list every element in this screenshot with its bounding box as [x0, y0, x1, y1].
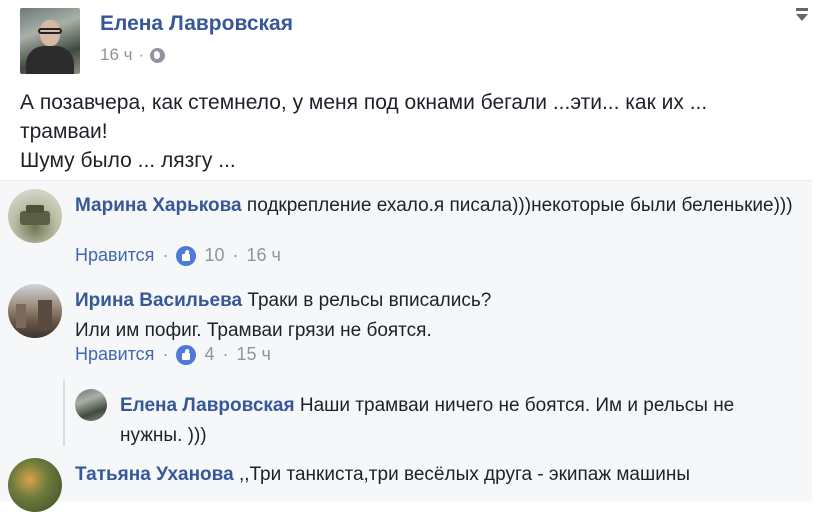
post-header: Елена Лавровская 16 ч ·: [20, 8, 820, 78]
separator: ·: [162, 344, 169, 364]
separator: ·: [222, 344, 229, 364]
separator: ·: [232, 245, 239, 265]
thumbs-up-icon[interactable]: [176, 245, 197, 266]
commenter-avatar[interactable]: [8, 189, 62, 243]
thumbs-up-icon[interactable]: [176, 344, 197, 365]
post-text-line: Шуму было ... лязгу ...: [20, 149, 236, 172]
comment-time[interactable]: 16 ч: [246, 245, 280, 266]
like-count[interactable]: 4: [204, 344, 214, 365]
like-button[interactable]: Нравится: [75, 344, 154, 365]
comment-text: подкрепление ехало.я писала)))некоторые …: [246, 195, 793, 216]
reply-body: Елена Лавровская Наши трамваи ничего не …: [120, 391, 800, 451]
comment-text: ,,Три танкиста,три весёлых друга - экипа…: [238, 464, 691, 485]
commenter-name[interactable]: Ирина Васильева: [75, 290, 242, 311]
post-text-line: А позавчера, как стемнело, у меня под ок…: [20, 91, 708, 114]
comment-time[interactable]: 15 ч: [236, 344, 270, 365]
author-avatar[interactable]: [20, 8, 80, 74]
globe-icon[interactable]: [150, 47, 166, 63]
like-count[interactable]: 10: [204, 245, 224, 266]
author-name[interactable]: Елена Лавровская: [100, 12, 293, 36]
comment-body: Ирина Васильева Траки в рельсы вписались…: [75, 286, 795, 346]
chevron-down-icon[interactable]: [796, 8, 808, 21]
reply-thread-line: [63, 380, 65, 446]
comment-text: Или им пофиг. Трамваи грязи не боятся.: [75, 320, 432, 341]
separator: ·: [162, 245, 169, 265]
comment-body: Марина Харькова подкрепление ехало.я пис…: [75, 191, 795, 221]
commenter-name[interactable]: Татьяна Уханова: [75, 464, 234, 485]
post-meta: 16 ч ·: [100, 45, 166, 65]
meta-dot: ·: [138, 45, 145, 64]
comment-body: Татьяна Уханова ,,Три танкиста,три весёл…: [75, 460, 795, 490]
comment-actions: Нравится · 10 · 16 ч: [75, 245, 281, 266]
commenter-avatar[interactable]: [8, 284, 62, 338]
post-text-line: трамваи!: [20, 120, 108, 143]
reply-author[interactable]: Елена Лавровская: [120, 395, 295, 416]
like-button[interactable]: Нравится: [75, 245, 154, 266]
commenter-name[interactable]: Марина Харькова: [75, 195, 242, 216]
reply-avatar[interactable]: [75, 389, 107, 421]
commenter-avatar[interactable]: [8, 458, 62, 512]
comment-actions: Нравится · 4 · 15 ч: [75, 344, 271, 365]
post-time[interactable]: 16 ч: [100, 45, 133, 65]
comment-text: Траки в рельсы вписались?: [247, 290, 492, 311]
post-text: А позавчера, как стемнело, у меня под ок…: [20, 88, 810, 175]
